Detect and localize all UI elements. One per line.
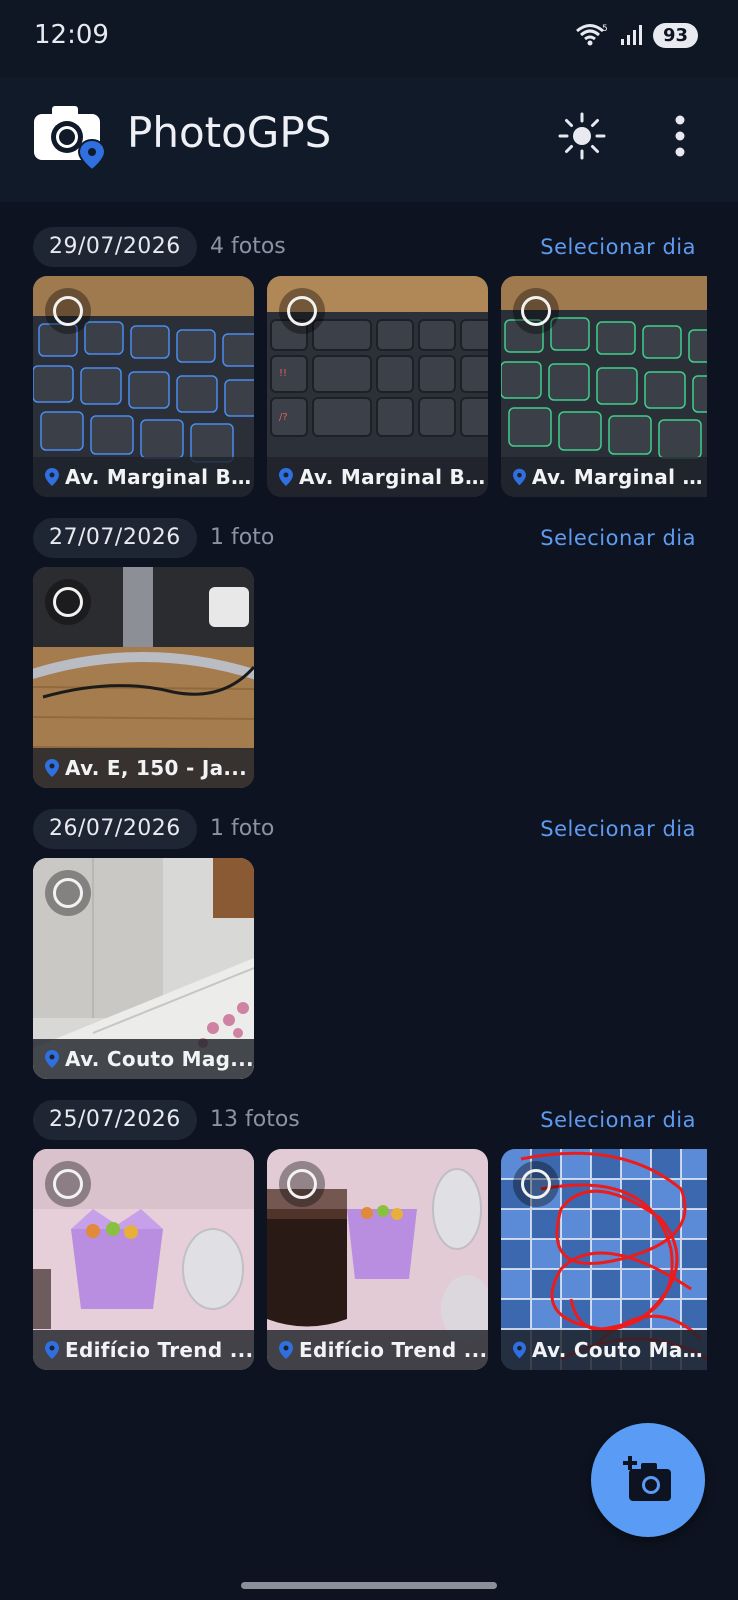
location-bar: Av. Marginal B... bbox=[501, 457, 707, 497]
location-bar: Av. Couto Mag... bbox=[33, 1039, 254, 1079]
photo-thumbnail[interactable]: Av. Couto Mag... bbox=[501, 1149, 707, 1370]
photo-thumbnail[interactable]: Av. E, 150 - Ja... bbox=[33, 567, 254, 788]
svg-text:5: 5 bbox=[602, 24, 608, 34]
select-day-button[interactable]: Selecionar dia bbox=[540, 227, 696, 267]
location-pin-icon bbox=[279, 1341, 293, 1359]
add-photo-fab[interactable] bbox=[591, 1423, 705, 1537]
select-photo-checkbox[interactable] bbox=[513, 1161, 559, 1207]
add-camera-icon bbox=[623, 1456, 671, 1501]
location-bar: Edifício Trend ... bbox=[267, 1330, 488, 1370]
location-pin-icon bbox=[45, 1341, 59, 1359]
location-label: Av. Couto Mag... bbox=[531, 1338, 707, 1362]
photo-count: 4 fotos bbox=[210, 234, 286, 259]
location-bar: Edifício Trend ... bbox=[33, 1330, 254, 1370]
day-header: 25/07/2026 13 fotos Selecionar dia bbox=[0, 1100, 738, 1142]
location-bar: Av. E, 150 - Ja... bbox=[33, 748, 254, 788]
photo-thumbnail[interactable]: Edifício Trend ... bbox=[33, 1149, 254, 1370]
location-bar: Av. Marginal B... bbox=[33, 457, 254, 497]
select-photo-checkbox[interactable] bbox=[45, 579, 91, 625]
date-chip: 27/07/2026 bbox=[33, 518, 197, 558]
brightness-icon[interactable] bbox=[556, 110, 608, 162]
location-pin-icon bbox=[45, 468, 59, 486]
location-bar: Av. Couto Mag... bbox=[501, 1330, 707, 1370]
status-icons: 5 93 bbox=[575, 22, 698, 48]
photo-thumbnail[interactable]: !! /? Av. Marginal B... bbox=[267, 276, 488, 497]
photo-count: 1 foto bbox=[210, 525, 275, 550]
photo-thumbnail[interactable]: Av. Marginal B... bbox=[501, 276, 707, 497]
date-chip: 29/07/2026 bbox=[33, 227, 197, 267]
app-title: PhotoGPS bbox=[127, 108, 332, 157]
signal-icon bbox=[620, 25, 642, 45]
day-header: 27/07/2026 1 foto Selecionar dia bbox=[0, 518, 738, 560]
location-pin-icon bbox=[513, 468, 526, 486]
location-label: Av. Marginal B... bbox=[64, 465, 254, 489]
day-header: 29/07/2026 4 fotos Selecionar dia bbox=[0, 227, 738, 269]
location-label: Av. Marginal B... bbox=[298, 465, 488, 489]
svg-text:!!: !! bbox=[279, 368, 287, 379]
photo-count: 1 foto bbox=[210, 816, 275, 841]
location-label: Av. Marginal B... bbox=[531, 465, 707, 489]
location-pin-icon bbox=[279, 468, 293, 486]
select-photo-checkbox[interactable] bbox=[45, 288, 91, 334]
status-time: 12:09 bbox=[34, 20, 109, 50]
date-chip: 25/07/2026 bbox=[33, 1100, 197, 1140]
select-photo-checkbox[interactable] bbox=[279, 288, 325, 334]
svg-text:/?: /? bbox=[279, 412, 288, 423]
status-bar: 12:09 5 93 bbox=[0, 0, 738, 78]
select-day-button[interactable]: Selecionar dia bbox=[540, 809, 696, 849]
location-bar: Av. Marginal B... bbox=[267, 457, 488, 497]
photo-thumbnail[interactable]: Av. Couto Mag... bbox=[33, 858, 254, 1079]
location-pin-icon bbox=[45, 759, 59, 777]
select-day-button[interactable]: Selecionar dia bbox=[540, 1100, 696, 1140]
photo-thumbnail[interactable]: Edifício Trend ... bbox=[267, 1149, 488, 1370]
navigation-handle[interactable] bbox=[241, 1582, 497, 1589]
photo-count: 13 fotos bbox=[210, 1107, 300, 1132]
location-pin-icon bbox=[513, 1341, 526, 1359]
location-label: Av. E, 150 - Ja... bbox=[65, 756, 248, 780]
date-chip: 26/07/2026 bbox=[33, 809, 197, 849]
wifi-icon: 5 bbox=[575, 24, 608, 46]
day-header: 26/07/2026 1 foto Selecionar dia bbox=[0, 809, 738, 851]
location-pin-icon bbox=[45, 1050, 59, 1068]
photo-thumbnail[interactable]: Av. Marginal B... bbox=[33, 276, 254, 497]
select-photo-checkbox[interactable] bbox=[513, 288, 559, 334]
select-day-button[interactable]: Selecionar dia bbox=[540, 518, 696, 558]
location-label: Av. Couto Mag... bbox=[65, 1047, 254, 1071]
app-bar: PhotoGPS bbox=[0, 78, 738, 202]
battery-badge: 93 bbox=[652, 22, 698, 48]
select-photo-checkbox[interactable] bbox=[45, 870, 91, 916]
select-photo-checkbox[interactable] bbox=[279, 1161, 325, 1207]
location-label: Edifício Trend ... bbox=[299, 1338, 488, 1362]
select-photo-checkbox[interactable] bbox=[45, 1161, 91, 1207]
location-label: Edifício Trend ... bbox=[65, 1338, 254, 1362]
camera-pin-logo bbox=[34, 106, 107, 172]
more-vert-icon[interactable] bbox=[660, 110, 700, 162]
